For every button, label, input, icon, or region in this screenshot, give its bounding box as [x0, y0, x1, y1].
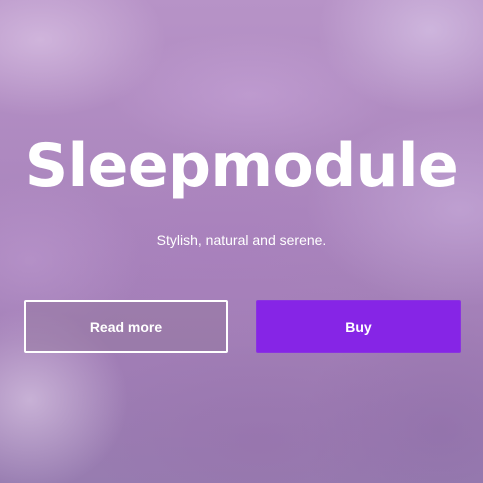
- page-title: Sleepmodule: [24, 131, 459, 201]
- buy-label: Buy: [345, 318, 372, 335]
- hero-section: Sleepmodule Stylish, natural and serene.…: [0, 0, 483, 483]
- read-more-label: Read more: [89, 318, 163, 335]
- tagline: Stylish, natural and serene.: [156, 232, 327, 248]
- read-more-button[interactable]: Read more: [24, 300, 228, 353]
- buy-button[interactable]: Buy: [256, 300, 461, 353]
